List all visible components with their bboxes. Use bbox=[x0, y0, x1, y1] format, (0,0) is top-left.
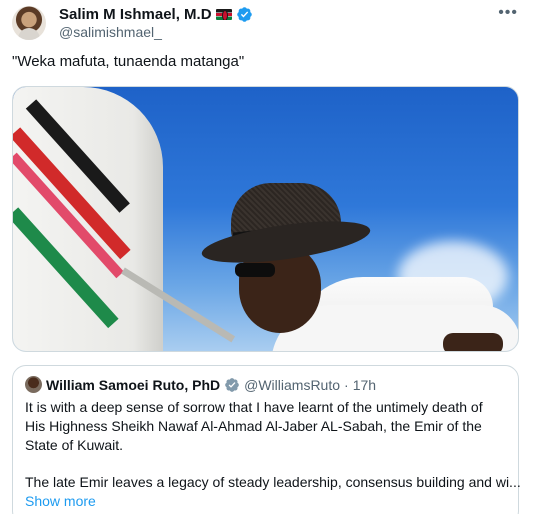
quoted-author-name: William Samoei Ruto, PhD bbox=[46, 376, 221, 393]
quoted-paragraph-2: The late Emir leaves a legacy of steady … bbox=[25, 474, 521, 490]
show-more-link[interactable]: Show more bbox=[25, 493, 506, 509]
tweet-photo[interactable] bbox=[12, 86, 519, 352]
quoted-tweet-header: William Samoei Ruto, PhD @WilliamsRuto ·… bbox=[25, 376, 506, 393]
more-options-icon[interactable]: ••• bbox=[498, 4, 518, 22]
quoted-tweet-body: It is with a deep sense of sorrow that I… bbox=[25, 398, 521, 492]
quoted-author-handle: @WilliamsRuto bbox=[244, 376, 341, 393]
quoted-tweet[interactable]: William Samoei Ruto, PhD @WilliamsRuto ·… bbox=[12, 365, 521, 514]
quoted-timestamp: 17h bbox=[352, 376, 377, 393]
kenya-flag-icon bbox=[215, 9, 232, 20]
meta-separator: · bbox=[344, 376, 349, 393]
author-avatar[interactable] bbox=[12, 6, 46, 40]
quoted-paragraph-1: It is with a deep sense of sorrow that I… bbox=[25, 399, 483, 453]
sunglasses bbox=[235, 263, 275, 277]
author-name-row: Salim M Ishmael, M.D bbox=[59, 6, 253, 23]
person-arm bbox=[443, 333, 503, 351]
verified-badge-icon bbox=[236, 7, 252, 22]
author-name[interactable]: Salim M Ishmael, M.D bbox=[59, 6, 212, 23]
author-handle[interactable]: @salimishmael_ bbox=[59, 24, 162, 40]
verified-badge-gray-icon bbox=[225, 377, 239, 392]
tweet-text: "Weka mafuta, tunaenda matanga" bbox=[12, 53, 245, 70]
quoted-author-avatar bbox=[25, 376, 42, 393]
